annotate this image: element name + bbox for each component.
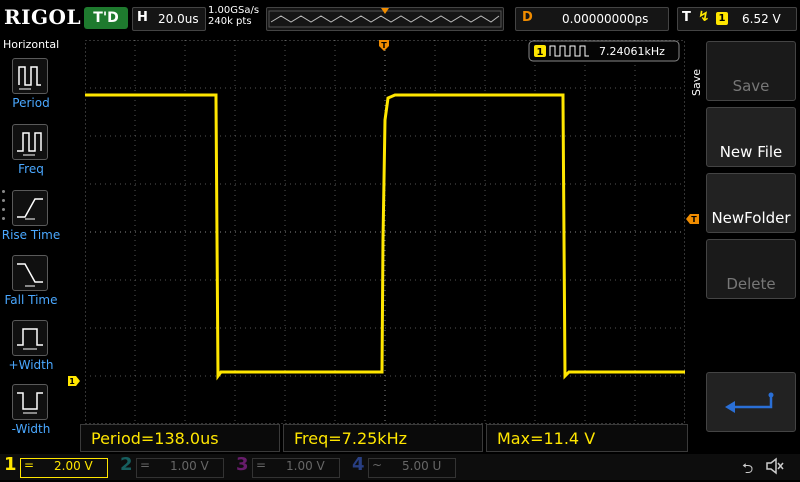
timebase-key: H	[137, 10, 148, 25]
coupling-icon: =	[24, 458, 35, 472]
menu-item-label: Fall Time	[4, 293, 58, 307]
timebase-box[interactable]: H 20.0us	[132, 7, 206, 31]
new-folder-button[interactable]: NewFolder	[706, 173, 796, 233]
measurement-freq[interactable]: Freq=7.25kHz	[283, 424, 483, 452]
channel-3-tab[interactable]: 3 = 1.00 V	[236, 454, 344, 478]
menu-item-label: Period	[12, 96, 50, 110]
frequency-counter: 1 7.24061kHz	[528, 40, 680, 62]
graticule-grid	[85, 40, 685, 424]
channel-scale: 2.00 V	[54, 459, 93, 473]
svg-text:T: T	[381, 41, 387, 50]
trigger-position-marker: T	[379, 40, 389, 51]
channel-4-tab[interactable]: 4 ~ 5.00 U	[352, 454, 460, 478]
menu-item-freq[interactable]: Freq	[0, 124, 62, 186]
svg-text:1: 1	[69, 377, 75, 386]
trigger-source: 1	[716, 12, 728, 25]
trigger-key: T	[682, 10, 691, 25]
channel-scale: 5.00 U	[402, 459, 442, 473]
overview-wave-icon	[268, 8, 502, 28]
fall-time-icon	[12, 255, 48, 291]
new-file-button[interactable]: New File	[706, 107, 796, 167]
freq-icon	[12, 124, 48, 160]
channel-1-tab[interactable]: 1 = 2.00 V	[4, 454, 112, 478]
menu-item-negative-width[interactable]: -Width	[0, 384, 62, 446]
delay-value: 0.00000000ps	[562, 12, 649, 26]
left-menu-title: Horizontal	[3, 38, 60, 51]
menu-item-period[interactable]: Period	[0, 58, 62, 120]
sample-info: 1.00GSa/s 240k pts	[208, 5, 268, 27]
waveform-overview[interactable]	[266, 7, 504, 31]
measurement-period[interactable]: Period=138.0us	[80, 424, 280, 452]
ch1-offset-marker[interactable]: 1	[68, 371, 80, 386]
svg-text:T: T	[691, 215, 697, 224]
menu-item-positive-width[interactable]: +Width	[0, 320, 62, 382]
rise-time-icon	[12, 190, 48, 226]
brand-logo: RIGOL	[4, 5, 82, 29]
waveform-display[interactable]: T 1 7.24061kHz	[85, 40, 685, 424]
delay-key: D	[522, 10, 533, 25]
usb-icon: ⮌	[742, 461, 754, 477]
timebase-value: 20.0us	[158, 12, 199, 26]
trigger-level: 6.52 V	[742, 12, 781, 26]
menu-item-rise-time[interactable]: Rise Time	[0, 190, 62, 252]
speaker-muted-icon[interactable]	[764, 456, 784, 476]
menu-item-label: Freq	[18, 162, 44, 176]
measurement-max[interactable]: Max=11.4 V	[486, 424, 688, 452]
coupling-icon: ~	[372, 458, 383, 472]
acquisition-status[interactable]: T'D	[84, 7, 128, 29]
menu-item-label: Rise Time	[1, 228, 61, 242]
positive-width-icon	[12, 320, 48, 356]
menu-item-label: +Width	[8, 358, 54, 372]
menu-item-fall-time[interactable]: Fall Time	[0, 255, 62, 317]
channel-scale: 1.00 V	[286, 459, 325, 473]
memory-depth: 240k pts	[208, 16, 252, 27]
channel-2-tab[interactable]: 2 = 1.00 V	[120, 454, 228, 478]
coupling-icon: =	[140, 458, 151, 472]
return-button[interactable]	[706, 372, 796, 432]
menu-item-label: -Width	[11, 422, 51, 436]
channel-number: 2	[120, 454, 133, 475]
channel-number: 3	[236, 454, 249, 475]
svg-text:7.24061kHz: 7.24061kHz	[599, 45, 665, 58]
right-menu-title: Save	[690, 68, 703, 96]
svg-text:1: 1	[537, 47, 544, 58]
trigger-level-marker[interactable]: T	[686, 209, 699, 224]
delay-box[interactable]: D 0.00000000ps	[515, 7, 669, 31]
channel-number: 4	[352, 454, 365, 475]
delete-button[interactable]: Delete	[706, 239, 796, 299]
period-icon	[12, 58, 48, 94]
trigger-box[interactable]: T ↯ 1 6.52 V	[677, 7, 797, 31]
save-button[interactable]: Save	[706, 41, 796, 101]
negative-width-icon	[12, 384, 48, 420]
coupling-icon: =	[256, 458, 267, 472]
rising-edge-icon: ↯	[698, 9, 710, 25]
channel-number: 1	[4, 454, 17, 475]
channel-scale: 1.00 V	[170, 459, 209, 473]
sample-rate: 1.00GSa/s	[208, 5, 260, 16]
return-arrow-icon	[725, 392, 774, 413]
